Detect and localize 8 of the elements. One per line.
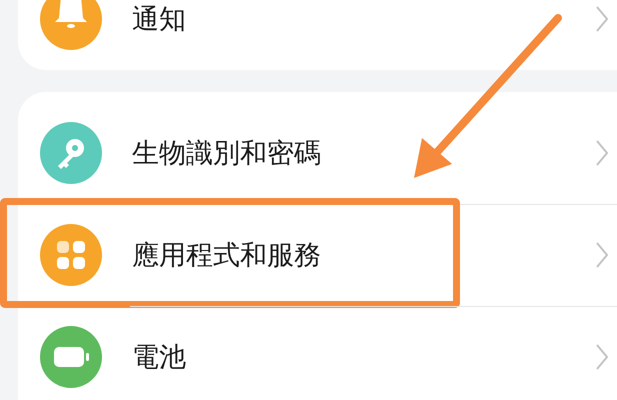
- chevron-icon: [596, 344, 608, 370]
- setting-label[interactable]: 電池: [132, 339, 186, 375]
- setting-label[interactable]: 通知: [132, 1, 186, 37]
- setting-label[interactable]: 應用程式和服務: [132, 237, 321, 273]
- chevron-icon: [596, 6, 608, 32]
- chevron-icon: [596, 242, 608, 268]
- setting-label[interactable]: 生物識別和密碼: [132, 135, 321, 171]
- chevron-icon: [596, 140, 608, 166]
